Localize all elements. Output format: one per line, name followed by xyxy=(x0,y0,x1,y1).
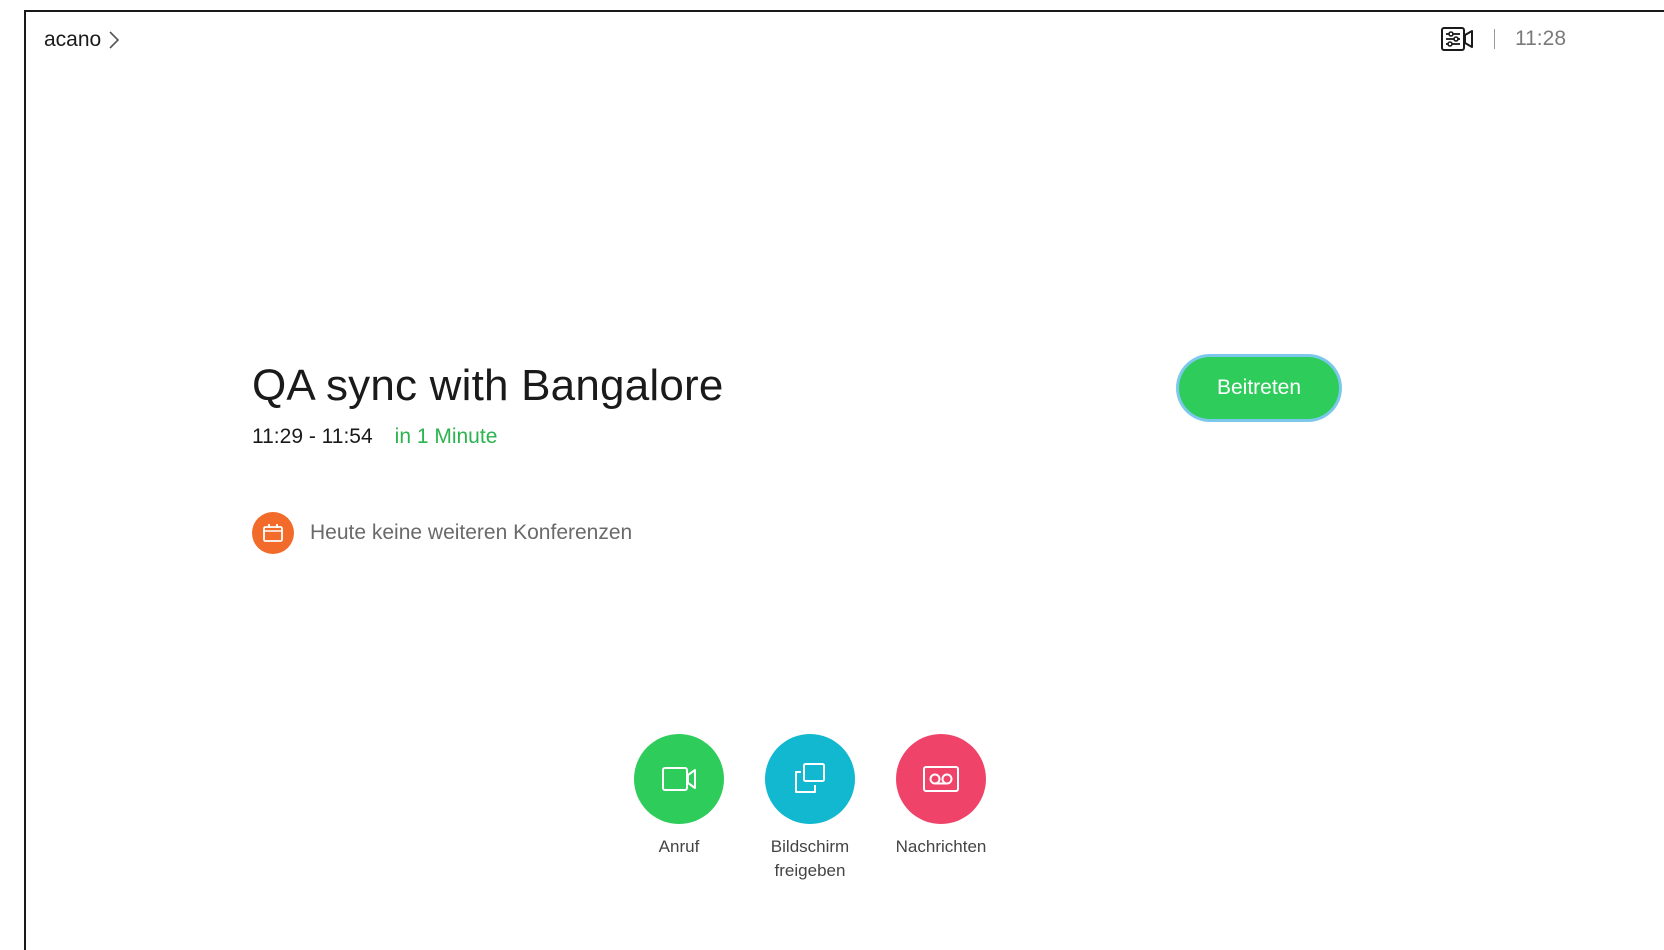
next-meeting: QA sync with Bangalore 11:29 - 11:54 in … xyxy=(252,360,724,449)
status-divider xyxy=(1494,29,1495,49)
join-button[interactable]: Beitreten xyxy=(1179,357,1339,419)
share-screen-button-circle[interactable] xyxy=(765,734,855,824)
call-button-circle[interactable] xyxy=(634,734,724,824)
agenda-empty-text: Heute keine weiteren Konferenzen xyxy=(310,521,633,544)
calendar-icon xyxy=(263,524,283,542)
chevron-right-icon xyxy=(109,31,120,49)
clock: 11:28 xyxy=(1515,27,1566,50)
meeting-time: 11:29 - 11:54 xyxy=(252,424,373,448)
calendar-badge xyxy=(252,512,294,554)
action-bar: Anruf Bildschirm freigeben Nachrichten xyxy=(634,734,986,883)
top-bar: acano 11:28 xyxy=(26,12,1664,72)
meeting-title: QA sync with Bangalore xyxy=(252,361,724,410)
share-screen-button[interactable]: Bildschirm freigeben xyxy=(765,734,855,883)
meeting-time-row: 11:29 - 11:54 in 1 Minute xyxy=(252,425,724,449)
meeting-relative-time: in 1 Minute xyxy=(394,424,498,448)
device-name-label: acano xyxy=(44,28,102,51)
video-camera-icon xyxy=(662,767,696,791)
messages-button[interactable]: Nachrichten xyxy=(896,734,986,883)
device-screen: acano 11:28 QA sync with Bangalore 11:29 xyxy=(24,10,1664,950)
call-button[interactable]: Anruf xyxy=(634,734,724,883)
call-label: Anruf xyxy=(658,837,700,856)
share-screen-label: Bildschirm freigeben xyxy=(770,837,850,880)
voicemail-icon xyxy=(923,766,959,792)
camera-controls-icon[interactable] xyxy=(1440,26,1474,52)
device-name-button[interactable]: acano xyxy=(44,28,121,52)
agenda-empty-state: Heute keine weiteren Konferenzen xyxy=(252,512,632,554)
messages-button-circle[interactable] xyxy=(896,734,986,824)
share-screen-icon xyxy=(795,763,825,793)
status-area: 11:28 xyxy=(1440,26,1566,52)
messages-label: Nachrichten xyxy=(895,837,987,856)
